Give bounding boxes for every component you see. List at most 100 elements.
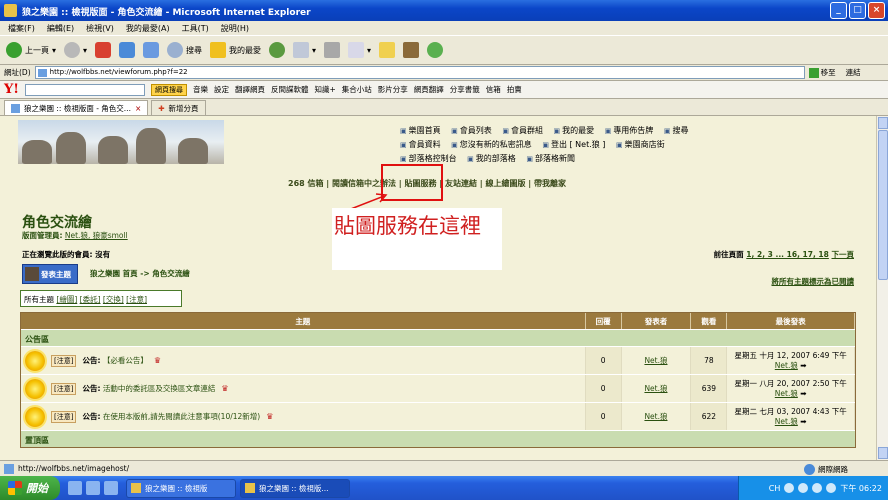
last-post-author[interactable]: Net.狼 [775, 417, 798, 426]
topic-title[interactable]: 【必看公告】 [103, 356, 148, 365]
topic-author[interactable]: Net.狼 [622, 375, 692, 402]
close-button[interactable]: × [868, 2, 885, 19]
yahoo-item-video[interactable]: 影片分享 [378, 84, 408, 95]
filter-all[interactable]: 所有主題 [24, 295, 54, 304]
filter-notice[interactable]: [注意] [126, 295, 147, 304]
topic-tag[interactable]: [注意] [51, 354, 77, 367]
breadcrumb[interactable]: 狼之樂園 首頁 -> 角色交流繪 [90, 268, 190, 279]
last-post-arrow-icon[interactable]: ➡ [800, 389, 806, 398]
yahoo-item-station[interactable]: 集合小站 [342, 84, 372, 95]
scroll-thumb[interactable] [878, 130, 888, 280]
link-blog-news[interactable]: 部落格新聞 [526, 154, 575, 163]
link-home[interactable]: 樂園首頁 [400, 126, 441, 135]
minimize-button[interactable]: _ [830, 2, 847, 19]
home-button[interactable] [143, 42, 160, 58]
scroll-down-button[interactable] [878, 447, 888, 459]
link-groups[interactable]: 會員群組 [502, 126, 543, 135]
last-post-arrow-icon[interactable]: ➡ [800, 361, 806, 370]
link-shop[interactable]: 樂園商店街 [616, 140, 665, 149]
link-favorites[interactable]: 我的最愛 [554, 126, 595, 135]
messenger-button[interactable] [427, 42, 444, 58]
topic-tag[interactable]: [注意] [51, 382, 77, 395]
media-quicklaunch-icon[interactable] [104, 481, 118, 495]
tray-icon[interactable] [784, 483, 795, 493]
wolf-image [136, 128, 166, 164]
tray-icon[interactable] [812, 483, 823, 493]
favorites-button[interactable]: 我的最愛 [210, 42, 261, 58]
yahoo-item-settings[interactable]: 設定 [214, 84, 229, 95]
tray-icon[interactable] [798, 483, 809, 493]
yahoo-search-button[interactable]: 網頁搜尋 [151, 83, 187, 96]
tab-close-icon[interactable]: × [135, 104, 141, 113]
yahoo-logo[interactable]: Y! [4, 82, 19, 97]
links-label[interactable]: 連結 [846, 67, 861, 78]
forum-title[interactable]: 角色交流繪 [22, 212, 92, 232]
address-input[interactable]: http://wolfbbs.net/viewforum.php?f=22 [34, 66, 805, 79]
link-my-blog[interactable]: 我的部落格 [467, 154, 516, 163]
menu-edit[interactable]: 編輯(E) [47, 23, 74, 33]
yahoo-item-music[interactable]: 音樂 [193, 84, 208, 95]
scroll-up-button[interactable] [878, 117, 888, 129]
windows-logo-icon [8, 481, 22, 495]
back-button[interactable]: 上一頁 ▾ [6, 42, 56, 58]
edit-button[interactable]: ▾ [348, 42, 371, 58]
history-button[interactable] [269, 42, 286, 58]
start-button[interactable]: 開始 [0, 476, 60, 500]
task-ie-2[interactable]: 狼之樂園 :: 檢視版... [240, 478, 350, 498]
link-blog-panel[interactable]: 部落格控制台 [400, 154, 457, 163]
yahoo-item-webtranslate[interactable]: 網頁翻譯 [414, 84, 444, 95]
yahoo-item-knowledge[interactable]: 知識+ [315, 84, 336, 95]
menu-view[interactable]: 檢視(V) [86, 23, 114, 33]
link-search[interactable]: 搜尋 [664, 126, 689, 135]
filter-commission[interactable]: [委託] [80, 295, 101, 304]
desktop-quicklaunch-icon[interactable] [86, 481, 100, 495]
topic-author[interactable]: Net.狼 [622, 347, 692, 374]
yahoo-search-input[interactable] [25, 83, 145, 96]
tab-current[interactable]: 狼之樂園 :: 檢視版面 - 角色交... × [4, 100, 149, 115]
link-logout[interactable]: 登出 [ Net.狼 ] [542, 140, 605, 149]
link-profile[interactable]: 會員資料 [400, 140, 441, 149]
menu-favorites[interactable]: 我的最愛(A) [126, 23, 170, 33]
tab-new[interactable]: ✚ 新增分頁 [151, 100, 206, 115]
link-pm[interactable]: 您沒有新的私密訊息 [451, 140, 532, 149]
new-topic-button[interactable]: 發表主題 [22, 264, 78, 284]
stop-button[interactable] [95, 42, 112, 58]
yahoo-item-antispy[interactable]: 反間諜軟體 [271, 84, 309, 95]
yahoo-item-bookmarks[interactable]: 分享書籤 [450, 84, 480, 95]
task-ie-1[interactable]: 狼之樂園 :: 檢視版 [126, 478, 236, 498]
link-board[interactable]: 專用佈告牌 [605, 126, 654, 135]
next-page-link[interactable]: 下一頁 [832, 250, 855, 259]
yahoo-item-auction[interactable]: 拍賣 [507, 84, 522, 95]
ie-quicklaunch-icon[interactable] [68, 481, 82, 495]
maximize-button[interactable]: □ [849, 2, 866, 19]
tray-icon[interactable] [826, 483, 837, 493]
menu-tools[interactable]: 工具(T) [182, 23, 209, 33]
forward-button[interactable]: ▾ [64, 42, 87, 58]
menu-file[interactable]: 檔案(F) [8, 23, 35, 33]
go-button[interactable]: 移至 [808, 67, 836, 78]
topic-tag[interactable]: [注意] [51, 410, 77, 423]
mark-read-link[interactable]: 將所有主題標示為已閱讀 [772, 276, 855, 287]
research-icon [403, 42, 420, 58]
menu-help[interactable]: 說明(H) [221, 23, 249, 33]
topic-author[interactable]: Net.狼 [622, 403, 692, 430]
print-button[interactable] [324, 42, 341, 58]
link-memberlist[interactable]: 會員列表 [451, 126, 492, 135]
topic-title[interactable]: 在使用本版前,請先閱讀此注意事項(10/12新增) [103, 412, 260, 421]
topic-title[interactable]: 活動中的委託區及交換區文章連結 [103, 384, 216, 393]
mail-button[interactable]: ▾ [293, 42, 316, 58]
last-post-author[interactable]: Net.狼 [775, 389, 798, 398]
refresh-button[interactable] [119, 42, 136, 58]
page-links[interactable]: 1, 2, 3 ... 16, 17, 18 [746, 250, 829, 259]
last-post-arrow-icon[interactable]: ➡ [800, 417, 806, 426]
notes-button[interactable] [379, 42, 396, 58]
search-button[interactable]: 搜尋 [167, 42, 202, 58]
vertical-scrollbar[interactable] [876, 116, 888, 460]
yahoo-item-mail[interactable]: 信箱 [486, 84, 501, 95]
yahoo-item-translate[interactable]: 翻譯網頁 [235, 84, 265, 95]
language-indicator[interactable]: CH [769, 484, 781, 493]
filter-draw[interactable]: [繪圖] [56, 295, 77, 304]
filter-exchange[interactable]: [交換] [103, 295, 124, 304]
research-button[interactable] [403, 42, 420, 58]
last-post-author[interactable]: Net.狼 [775, 361, 798, 370]
